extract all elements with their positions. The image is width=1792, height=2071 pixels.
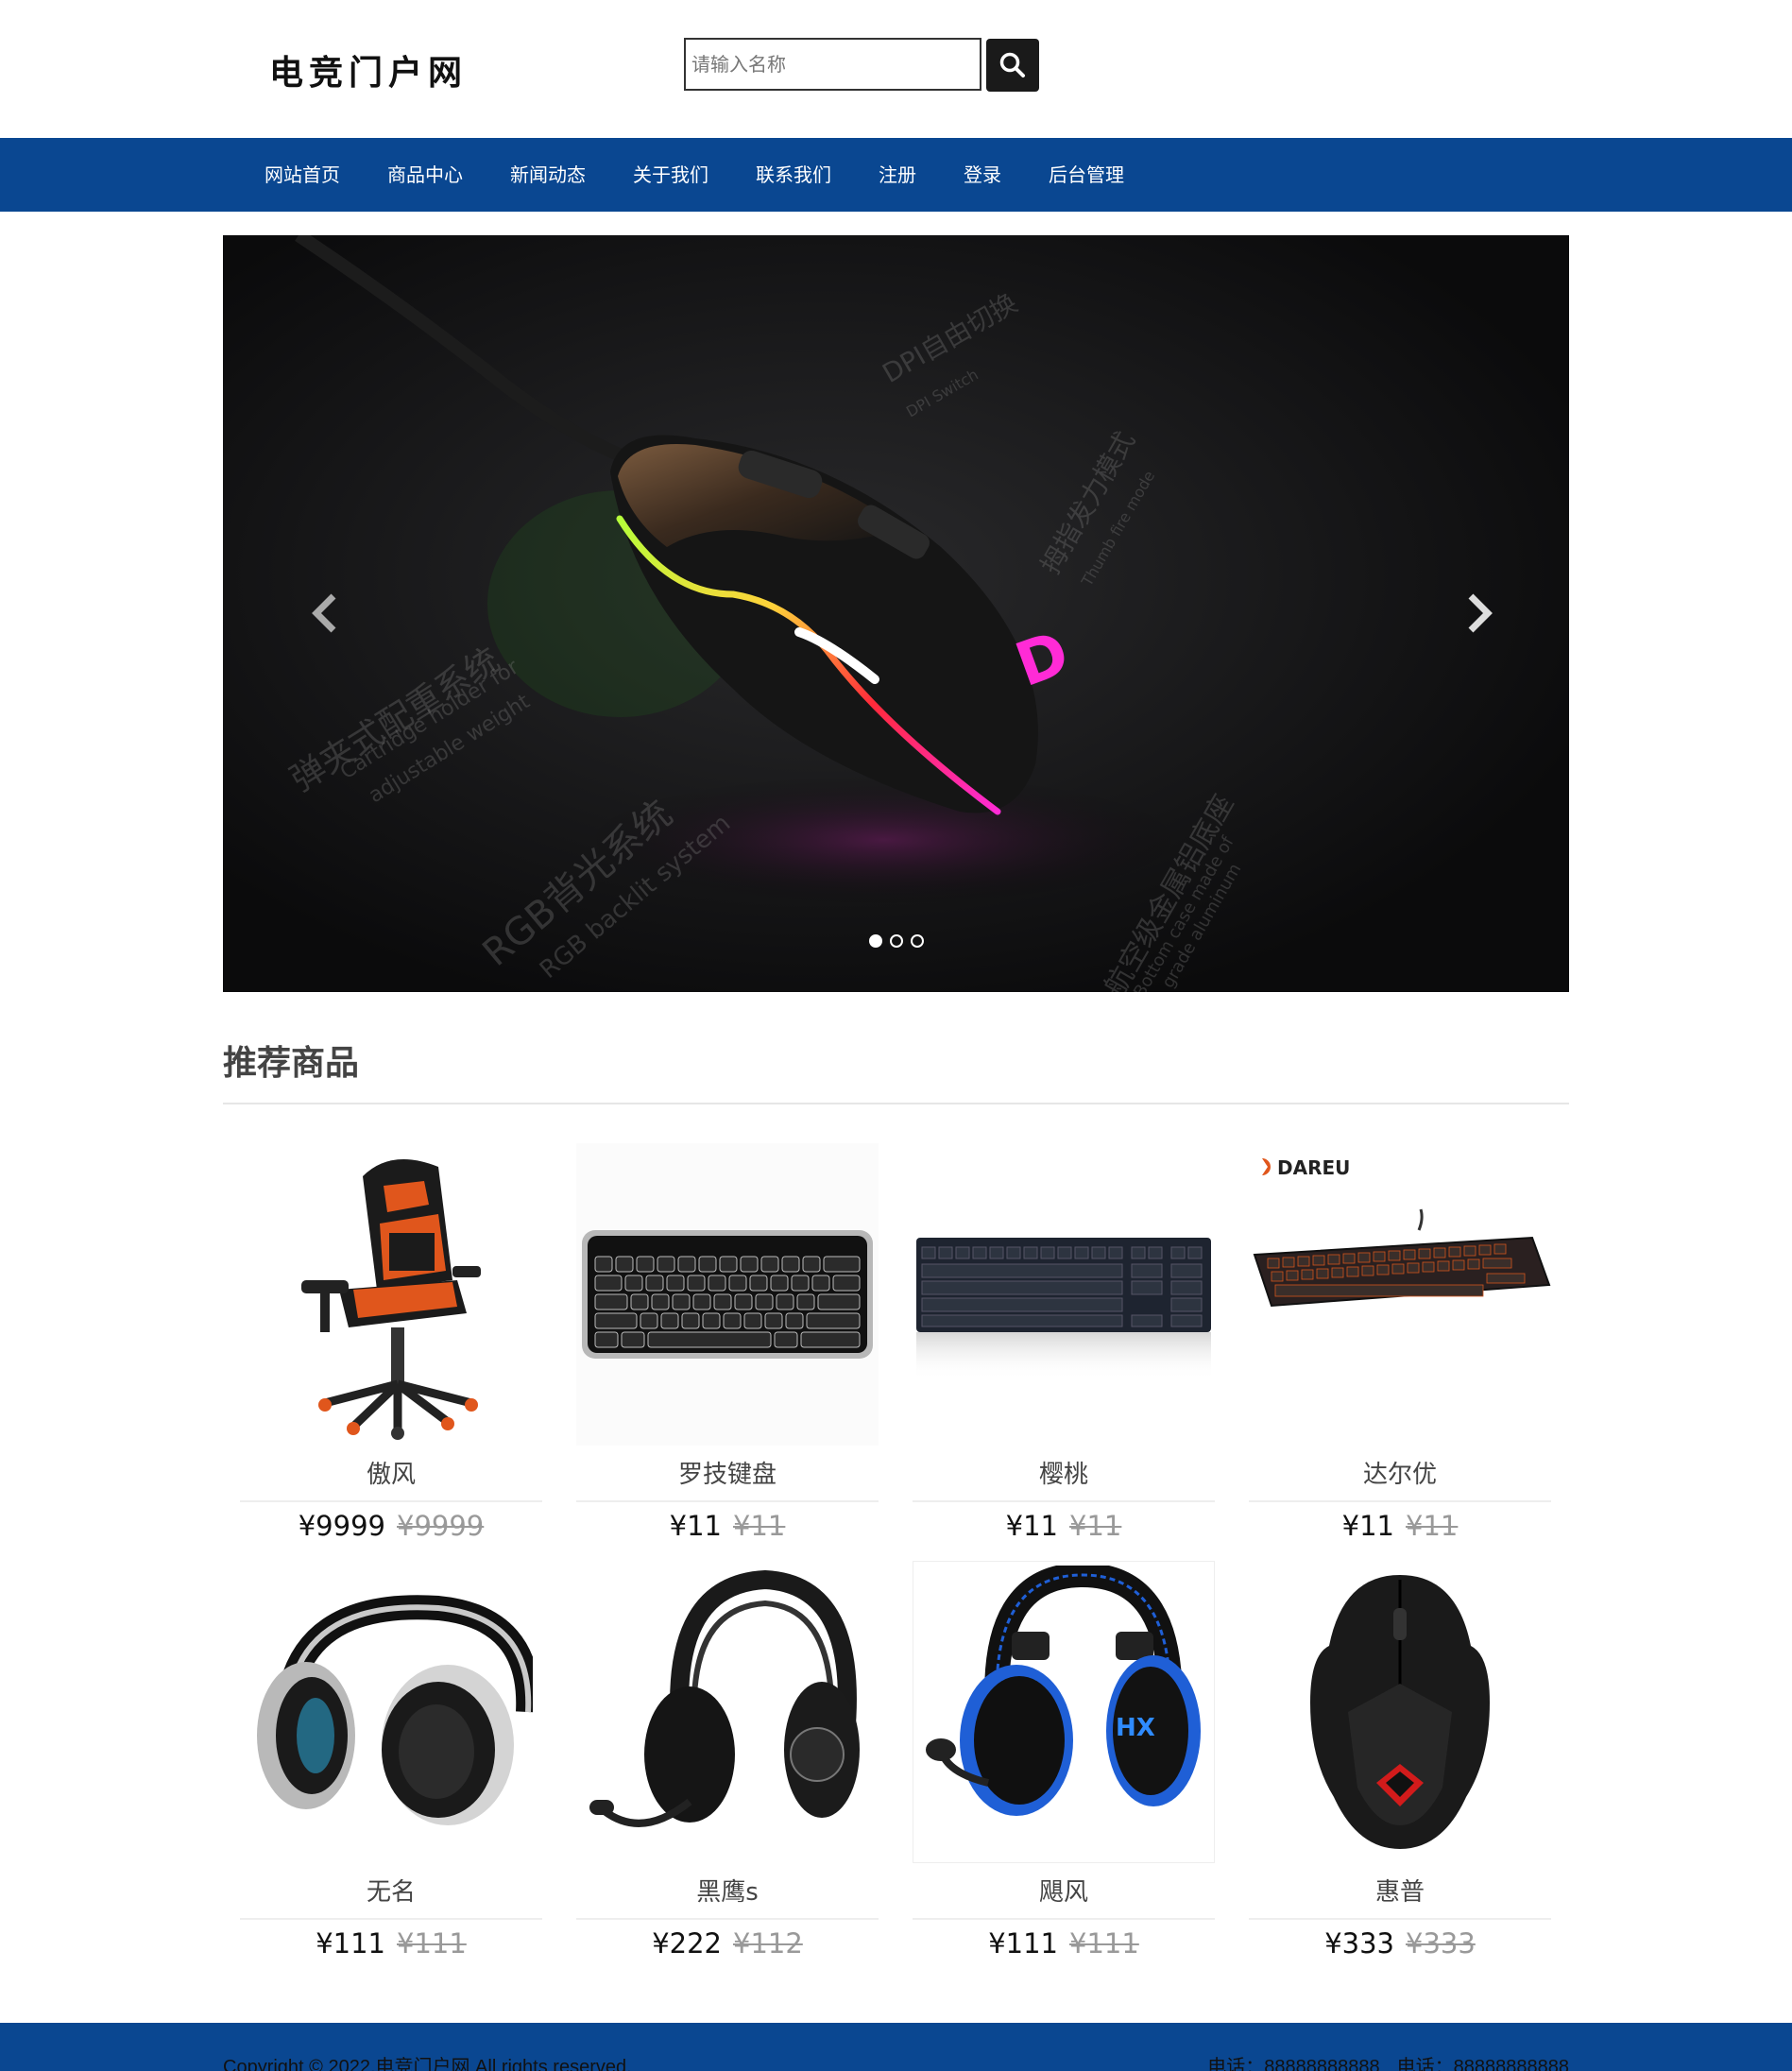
product-card[interactable]: HX 飓风 ¥111 ¥111 [913, 1561, 1215, 1967]
product-image[interactable] [913, 1143, 1215, 1446]
dareu-keyboard-icon: DAREU [1253, 1156, 1551, 1308]
product-divider [576, 1918, 879, 1920]
original-price: ¥111 [397, 1927, 467, 1960]
product-card[interactable]: DAREU 达尔优 ¥11 ¥11 [1249, 1143, 1551, 1549]
original-price: ¥11 [1406, 1510, 1459, 1542]
product-name[interactable]: 惠普 [1249, 1873, 1551, 1908]
original-price: ¥11 [733, 1510, 786, 1542]
search-icon [999, 52, 1025, 77]
section-title: 推荐商品 [223, 1044, 360, 1083]
nav-item-contact[interactable]: 联系我们 [756, 138, 831, 212]
product-image[interactable] [240, 1143, 542, 1446]
current-price: ¥9999 [298, 1510, 385, 1542]
original-price: ¥9999 [397, 1510, 485, 1542]
headphones-icon [257, 1595, 533, 1825]
product-card[interactable]: 傲风 ¥9999 ¥9999 [240, 1143, 542, 1549]
product-image[interactable] [1249, 1561, 1551, 1863]
product-image[interactable]: HX [913, 1561, 1215, 1863]
brand-label: DAREU [1277, 1156, 1350, 1179]
product-divider [913, 1918, 1215, 1920]
svg-text:HX: HX [1116, 1714, 1155, 1742]
product-divider [1249, 1918, 1551, 1920]
carousel-next-button[interactable] [1451, 585, 1508, 642]
search-input[interactable] [684, 38, 981, 91]
cherry-keyboard-icon [916, 1238, 1211, 1379]
site-logo[interactable]: 电竞门户网 [269, 45, 468, 94]
current-price: ¥111 [988, 1927, 1058, 1960]
original-price: ¥111 [1069, 1927, 1139, 1960]
product-name[interactable]: 樱桃 [913, 1455, 1215, 1490]
current-price: ¥11 [1341, 1510, 1394, 1542]
nav-item-products[interactable]: 商品中心 [387, 138, 463, 212]
current-price: ¥11 [1005, 1510, 1058, 1542]
nav-item-login[interactable]: 登录 [964, 138, 1001, 212]
product-divider [913, 1500, 1215, 1502]
current-price: ¥222 [652, 1927, 722, 1960]
product-image[interactable]: DAREU [1249, 1143, 1551, 1446]
nav-item-news[interactable]: 新闻动态 [510, 138, 586, 212]
chevron-left-icon [312, 593, 336, 633]
product-name[interactable]: 无名 [240, 1873, 542, 1908]
product-card[interactable]: 罗技键盘 ¥11 ¥11 [576, 1143, 879, 1549]
carousel-dot-3[interactable] [911, 934, 924, 948]
hp-mouse-icon [1310, 1575, 1490, 1849]
product-name[interactable]: 达尔优 [1249, 1455, 1551, 1490]
footer-phone-2: 电话：88888888888 [1396, 2057, 1569, 2071]
footer-copyright: Copyright © 2022.电竞门户网 All rights reserv… [223, 2057, 632, 2071]
gaming-chair-icon [301, 1159, 481, 1440]
carousel-dot-2[interactable] [890, 934, 903, 948]
main-nav: 网站首页 商品中心 新闻动态 关于我们 联系我们 注册 登录 后台管理 [0, 138, 1792, 212]
product-card[interactable]: 樱桃 ¥11 ¥11 [913, 1143, 1215, 1549]
current-price: ¥11 [669, 1510, 722, 1542]
carousel-indicators [869, 934, 924, 948]
product-divider [240, 1918, 542, 1920]
product-price: ¥222 ¥112 [576, 1927, 879, 1960]
product-card[interactable]: 无名 ¥111 ¥111 [240, 1561, 542, 1967]
product-card[interactable]: 惠普 ¥333 ¥333 [1249, 1561, 1551, 1967]
product-image[interactable] [576, 1143, 879, 1446]
nav-item-home[interactable]: 网站首页 [265, 138, 340, 212]
banner-carousel[interactable]: D DPI自由切换 DPI Switch 拇指发力模式 Thumb fire m… [223, 235, 1569, 992]
current-price: ¥111 [316, 1927, 385, 1960]
footer-phone-1: 电话：88888888888 [1207, 2057, 1380, 2071]
product-name[interactable]: 傲风 [240, 1455, 542, 1490]
site-footer: Copyright © 2022.电竞门户网 All rights reserv… [0, 2023, 1792, 2071]
product-price: ¥9999 ¥9999 [240, 1510, 542, 1542]
site-header: 电竞门户网 [0, 0, 1792, 138]
original-price: ¥11 [1069, 1510, 1122, 1542]
nav-item-about[interactable]: 关于我们 [633, 138, 708, 212]
headset-icon [589, 1569, 860, 1827]
product-divider [1249, 1500, 1551, 1502]
hyperx-headset-icon: HX [926, 1566, 1201, 1816]
section-divider [223, 1103, 1569, 1104]
product-card[interactable]: 黑鹰s ¥222 ¥112 [576, 1561, 879, 1967]
product-price: ¥111 ¥111 [240, 1927, 542, 1960]
product-image[interactable] [576, 1561, 879, 1863]
nav-item-register[interactable]: 注册 [879, 138, 916, 212]
chevron-right-icon [1468, 593, 1493, 633]
product-divider [240, 1500, 542, 1502]
original-price: ¥333 [1406, 1927, 1476, 1960]
nav-item-admin[interactable]: 后台管理 [1049, 138, 1124, 212]
search-button[interactable] [986, 39, 1039, 92]
product-name[interactable]: 黑鹰s [576, 1873, 879, 1908]
product-price: ¥333 ¥333 [1249, 1927, 1551, 1960]
footer-contacts: 电话：88888888888 电话：88888888888 [1190, 2051, 1569, 2071]
current-price: ¥333 [1324, 1927, 1394, 1960]
product-image[interactable] [240, 1561, 542, 1863]
product-price: ¥11 ¥11 [1249, 1510, 1551, 1542]
product-price: ¥111 ¥111 [913, 1927, 1215, 1960]
product-name[interactable]: 罗技键盘 [576, 1455, 879, 1490]
original-price: ¥112 [733, 1927, 803, 1960]
product-divider [576, 1500, 879, 1502]
carousel-prev-button[interactable] [297, 585, 353, 642]
logitech-keyboard-icon [582, 1230, 873, 1359]
carousel-dot-1[interactable] [869, 934, 882, 948]
product-name[interactable]: 飓风 [913, 1873, 1215, 1908]
product-price: ¥11 ¥11 [913, 1510, 1215, 1542]
product-price: ¥11 ¥11 [576, 1510, 879, 1542]
